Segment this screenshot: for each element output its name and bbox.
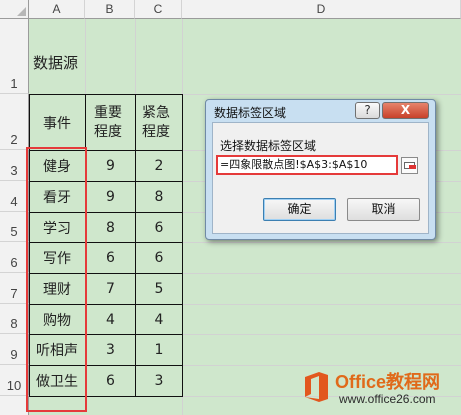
table-border <box>182 94 183 396</box>
gridline <box>182 273 461 274</box>
row-header-6[interactable]: 6 <box>0 242 29 273</box>
column-header-b[interactable]: B <box>85 0 135 19</box>
cell-urgency[interactable]: 5 <box>136 274 182 304</box>
help-button[interactable]: ? <box>355 102 380 119</box>
cell-importance[interactable]: 8 <box>86 213 135 242</box>
data-source-title[interactable]: 数据源 <box>33 49 153 75</box>
row-header-1[interactable]: 1 <box>0 19 29 94</box>
dialog-title: 数据标签区域 <box>214 106 287 120</box>
cell-urgency[interactable]: 6 <box>136 243 182 273</box>
gridline <box>182 304 461 305</box>
column-header-d[interactable]: D <box>182 0 461 19</box>
office-logo-icon <box>305 372 328 402</box>
watermark-url: www.office26.com <box>339 392 436 406</box>
column-header-a[interactable]: A <box>29 0 85 19</box>
cell-urgency[interactable]: 4 <box>136 305 182 334</box>
data-label-range-dialog[interactable]: 数据标签区域 ? X 选择数据标签区域 =四象限散点图!$A$3:$A$10 确… <box>205 99 436 240</box>
range-field-label: 选择数据标签区域 <box>220 139 317 153</box>
row-header-4[interactable]: 4 <box>0 181 29 212</box>
row-header-5[interactable]: 5 <box>0 212 29 242</box>
cell-importance[interactable]: 6 <box>86 243 135 273</box>
row-header-11[interactable] <box>0 396 29 415</box>
row-header-9[interactable]: 9 <box>0 334 29 365</box>
cell-urgency[interactable]: 2 <box>136 151 182 181</box>
ok-button[interactable]: 确定 <box>263 198 336 221</box>
row-header-10[interactable]: 10 <box>0 365 29 396</box>
column-header-c[interactable]: C <box>135 0 182 19</box>
row-header-7[interactable]: 7 <box>0 273 29 304</box>
cell-importance[interactable]: 4 <box>86 305 135 334</box>
gridline <box>182 94 461 95</box>
range-reference-input[interactable]: =四象限散点图!$A$3:$A$10 <box>216 155 398 175</box>
watermark-brand: Office教程网 <box>335 372 441 392</box>
close-button[interactable]: X <box>382 102 429 119</box>
cell-importance[interactable]: 3 <box>86 335 135 365</box>
cancel-button[interactable]: 取消 <box>347 198 420 221</box>
header-urgency[interactable]: 紧急程度 <box>136 95 182 150</box>
cell-importance[interactable]: 6 <box>86 366 135 396</box>
gridline <box>182 334 461 335</box>
cell-urgency[interactable]: 8 <box>136 182 182 212</box>
row-header-8[interactable]: 8 <box>0 304 29 334</box>
gridline <box>182 242 461 243</box>
header-event[interactable]: 事件 <box>29 95 85 150</box>
cell-urgency[interactable]: 3 <box>136 366 182 396</box>
office-watermark: Office教程网 www.office26.com <box>299 366 461 415</box>
cell-urgency[interactable]: 6 <box>136 213 182 242</box>
cell-urgency[interactable]: 1 <box>136 335 182 365</box>
select-all-corner[interactable] <box>0 0 29 19</box>
cell-importance[interactable]: 9 <box>86 151 135 181</box>
row-header-2[interactable]: 2 <box>0 94 29 150</box>
collapse-dialog-icon[interactable] <box>401 157 418 174</box>
row-header-3[interactable]: 3 <box>0 150 29 181</box>
highlight-event-range <box>26 147 87 412</box>
cell-importance[interactable]: 9 <box>86 182 135 212</box>
header-importance[interactable]: 重要程度 <box>86 95 135 150</box>
cell-importance[interactable]: 7 <box>86 274 135 304</box>
